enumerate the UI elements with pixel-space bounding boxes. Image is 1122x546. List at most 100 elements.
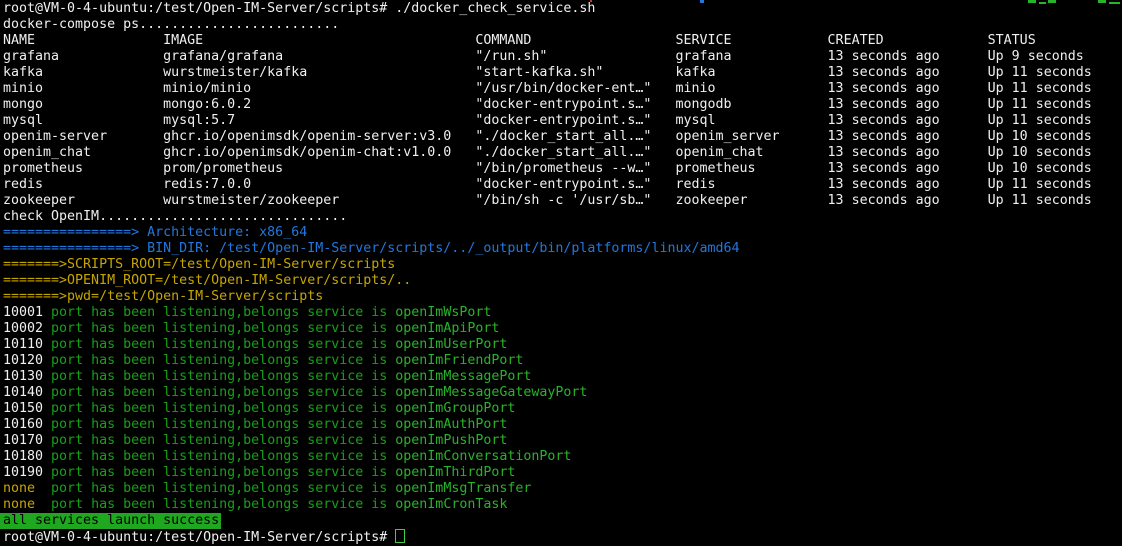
terminal-text: port has been listening,belongs service … xyxy=(51,417,395,432)
success-badge: all services launch success xyxy=(0,513,221,529)
env-line: =======>SCRIPTS_ROOT=/test/Open-IM-Serve… xyxy=(3,257,1122,273)
terminal-text: openImCronTask xyxy=(395,497,507,512)
terminal-text: 10002 xyxy=(3,321,51,336)
terminal-text: port has been listening,belongs service … xyxy=(51,481,395,496)
bindir-line: ================> BIN_DIR: /test/Open-IM… xyxy=(3,241,1122,257)
terminal-screen[interactable]: root@VM-0-4-ubuntu:/test/Open-IM-Server/… xyxy=(0,0,1122,542)
final-prompt-line: root@VM-0-4-ubuntu:/test/Open-IM-Server/… xyxy=(3,529,1122,545)
terminal-text: port has been listening,belongs service … xyxy=(51,305,395,320)
terminal-text: ================> BIN_DIR: /test/Open-IM… xyxy=(3,241,740,256)
terminal-text: 10160 xyxy=(3,417,51,432)
table-row: mysql mysql:5.7 "docker-entrypoint.s…" m… xyxy=(3,113,1122,129)
terminal-text: mysql mysql:5.7 "docker-entrypoint.s…" m… xyxy=(3,113,1092,128)
terminal-text: openim_chat ghcr.io/openimsdk/openim-cha… xyxy=(3,145,1092,160)
terminal-cursor xyxy=(395,529,405,543)
table-row: kafka wurstmeister/kafka "start-kafka.sh… xyxy=(3,65,1122,81)
terminal-text: openImApiPort xyxy=(395,321,499,336)
table-row: minio minio/minio "/usr/bin/docker-ent…"… xyxy=(3,81,1122,97)
table-row: grafana grafana/grafana "/run.sh" grafan… xyxy=(3,49,1122,65)
table-row: zookeeper wurstmeister/zookeeper "/bin/s… xyxy=(3,193,1122,209)
terminal-text: openImFriendPort xyxy=(395,353,523,368)
terminal-text: openImGroupPort xyxy=(395,401,515,416)
terminal-text: port has been listening,belongs service … xyxy=(51,465,395,480)
table-row: mongo mongo:6.0.2 "docker-entrypoint.s…"… xyxy=(3,97,1122,113)
terminal-text: ================> Architecture: x86_64 xyxy=(3,225,307,240)
terminal-text: port has been listening,belongs service … xyxy=(51,353,395,368)
terminal-text: 10190 xyxy=(3,465,51,480)
check-openim-line: check OpenIM............................… xyxy=(3,209,1122,225)
terminal-text: openImConversationPort xyxy=(395,449,571,464)
table-row: openim-server ghcr.io/openimsdk/openim-s… xyxy=(3,129,1122,145)
terminal-text: mongo mongo:6.0.2 "docker-entrypoint.s…"… xyxy=(3,97,1092,112)
terminal-text: 10120 xyxy=(3,353,51,368)
port-check-line: none port has been listening,belongs ser… xyxy=(3,481,1122,497)
prompt-line: root@VM-0-4-ubuntu:/test/Open-IM-Server/… xyxy=(3,1,1122,17)
compose-ps-line: docker-compose ps.......................… xyxy=(3,17,1122,33)
terminal-text: openImThirdPort xyxy=(395,465,515,480)
terminal-text: port has been listening,belongs service … xyxy=(51,401,395,416)
port-check-line: 10170 port has been listening,belongs se… xyxy=(3,433,1122,449)
terminal-text xyxy=(35,481,51,496)
port-check-line: 10160 port has been listening,belongs se… xyxy=(3,417,1122,433)
terminal-text: none xyxy=(3,497,35,512)
terminal-text xyxy=(35,497,51,512)
scrollback-fragment xyxy=(1048,0,1056,3)
terminal-text: =======>pwd=/test/Open-IM-Server/scripts xyxy=(3,289,323,304)
table-header: NAME IMAGE COMMAND SERVICE CREATED STATU… xyxy=(3,33,1122,49)
terminal-text: zookeeper wurstmeister/zookeeper "/bin/s… xyxy=(3,193,1092,208)
architecture-line: ================> Architecture: x86_64 xyxy=(3,225,1122,241)
terminal-text: port has been listening,belongs service … xyxy=(51,385,395,400)
port-check-line: 10150 port has been listening,belongs se… xyxy=(3,401,1122,417)
terminal-text: 10110 xyxy=(3,337,51,352)
terminal-text: root@VM-0-4-ubuntu:/test/Open-IM-Server/… xyxy=(3,530,395,545)
scrollback-fragment xyxy=(590,0,592,2)
port-check-line: 10180 port has been listening,belongs se… xyxy=(3,449,1122,465)
env-line: =======>pwd=/test/Open-IM-Server/scripts xyxy=(3,289,1122,305)
terminal-text: docker-compose ps.......................… xyxy=(3,17,339,32)
port-check-line: 10120 port has been listening,belongs se… xyxy=(3,353,1122,369)
table-row: redis redis:7.0.0 "docker-entrypoint.s…"… xyxy=(3,177,1122,193)
terminal-text: port has been listening,belongs service … xyxy=(51,321,395,336)
terminal-text: check OpenIM............................… xyxy=(3,209,347,224)
terminal-text: =======>OPENIM_ROOT=/test/Open-IM-Server… xyxy=(3,273,411,288)
terminal-text: openImAuthPort xyxy=(395,417,507,432)
port-check-line: 10001 port has been listening,belongs se… xyxy=(3,305,1122,321)
terminal-text: minio minio/minio "/usr/bin/docker-ent…"… xyxy=(3,81,1092,96)
terminal-text: openImPushPort xyxy=(395,433,507,448)
scrollback-fragment xyxy=(700,0,704,3)
table-row: prometheus prom/prometheus "/bin/prometh… xyxy=(3,161,1122,177)
scrollback-fragment xyxy=(1109,2,1120,4)
terminal-text: kafka wurstmeister/kafka "start-kafka.sh… xyxy=(3,65,1092,80)
scrollback-fragment xyxy=(1028,0,1036,3)
port-check-line: none port has been listening,belongs ser… xyxy=(3,497,1122,513)
terminal-text: openImWsPort xyxy=(395,305,491,320)
terminal-output: root@VM-0-4-ubuntu:/test/Open-IM-Server/… xyxy=(3,1,1122,545)
terminal-text: root@VM-0-4-ubuntu:/test/Open-IM-Server/… xyxy=(3,1,595,16)
port-check-line: 10002 port has been listening,belongs se… xyxy=(3,321,1122,337)
table-row: openim_chat ghcr.io/openimsdk/openim-cha… xyxy=(3,145,1122,161)
terminal-text: 10130 xyxy=(3,369,51,384)
terminal-text: =======>SCRIPTS_ROOT=/test/Open-IM-Serve… xyxy=(3,257,395,272)
terminal-text: openImMsgTransfer xyxy=(395,481,531,496)
scrollback-fragment xyxy=(1098,0,1106,3)
terminal-text: grafana grafana/grafana "/run.sh" grafan… xyxy=(3,49,1084,64)
terminal-text: openImUserPort xyxy=(395,337,507,352)
success-line: all services launch success xyxy=(3,513,1122,529)
terminal-text: port has been listening,belongs service … xyxy=(51,449,395,464)
port-check-line: 10140 port has been listening,belongs se… xyxy=(3,385,1122,401)
terminal-text: openImMessageGatewayPort xyxy=(395,385,587,400)
terminal-text: port has been listening,belongs service … xyxy=(51,369,395,384)
terminal-text: NAME IMAGE COMMAND SERVICE CREATED STATU… xyxy=(3,33,1036,48)
terminal-text: none xyxy=(3,481,35,496)
terminal-text: openim-server ghcr.io/openimsdk/openim-s… xyxy=(3,129,1092,144)
port-check-line: 10190 port has been listening,belongs se… xyxy=(3,465,1122,481)
port-check-line: 10110 port has been listening,belongs se… xyxy=(3,337,1122,353)
terminal-text: port has been listening,belongs service … xyxy=(51,337,395,352)
port-check-line: 10130 port has been listening,belongs se… xyxy=(3,369,1122,385)
terminal-text: 10001 xyxy=(3,305,51,320)
terminal-text: redis redis:7.0.0 "docker-entrypoint.s…"… xyxy=(3,177,1092,192)
scrollback-fragment xyxy=(1039,2,1046,4)
terminal-text: openImMessagePort xyxy=(395,369,531,384)
env-line: =======>OPENIM_ROOT=/test/Open-IM-Server… xyxy=(3,273,1122,289)
terminal-text: 10170 xyxy=(3,433,51,448)
